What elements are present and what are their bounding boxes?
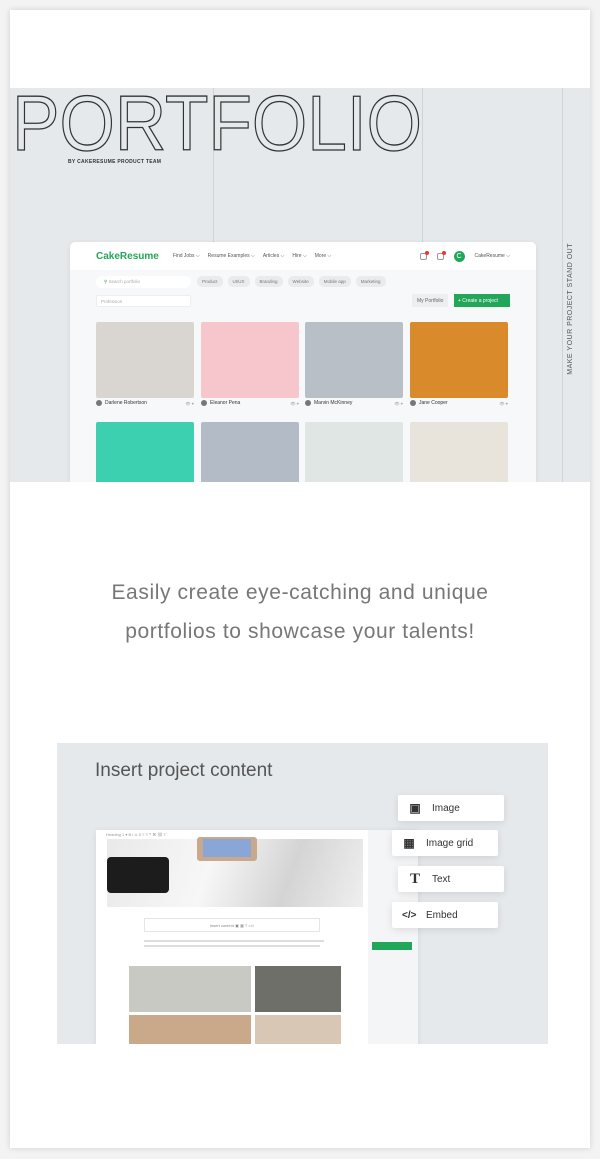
option-label: Text	[432, 873, 451, 885]
image-icon: ▣	[409, 801, 421, 815]
create-project-button[interactable]: + Create a project	[454, 294, 510, 307]
category-chips: Product UI/UX Branding Website Mobile ap…	[197, 276, 386, 287]
search-input[interactable]: ⚲ Search portfolio	[96, 276, 191, 288]
message-icon[interactable]	[436, 250, 446, 260]
nav-more[interactable]: More ⌵	[315, 253, 332, 259]
author-avatar	[96, 400, 102, 406]
portfolio-screenshot: CakeResume Find Jobs ⌵ Resume Examples ⌵…	[70, 242, 536, 482]
option-label: Image grid	[426, 837, 474, 849]
stats-icon: 👁 ♥	[185, 400, 194, 406]
user-menu[interactable]: CakeResume ⌵	[475, 253, 510, 259]
text-line	[144, 940, 324, 942]
option-text[interactable]: T Text	[398, 866, 504, 892]
hero-banner: PORTFOLIO BY CAKERESUME PRODUCT TEAM MAK…	[10, 88, 590, 482]
section-title: Insert project content	[95, 760, 273, 781]
portfolio-card-image[interactable]	[410, 322, 508, 398]
nav-hire[interactable]: Hire ⌵	[292, 253, 306, 259]
embed-icon: </>	[402, 909, 417, 921]
text-icon: T	[409, 870, 420, 887]
photo	[129, 966, 251, 1012]
portfolio-card-meta: Darlene Robertson 👁 ♥	[96, 400, 194, 406]
tagline-line-1: Easily create eye-catching and unique	[111, 581, 489, 604]
portfolio-card-meta: Jane Cooper 👁 ♥	[410, 400, 508, 406]
nav-resume-examples[interactable]: Resume Examples ⌵	[208, 253, 255, 259]
chip-branding[interactable]: Branding	[254, 276, 283, 287]
insert-content-section: Insert project content Heading 1 ▾ B I U…	[57, 743, 548, 1044]
logo[interactable]: CakeResume	[96, 251, 159, 262]
search-placeholder: Search portfolio	[108, 279, 141, 284]
author-avatar	[410, 400, 416, 406]
insert-bar[interactable]: Insert content ▣ ▦ T </>	[144, 918, 320, 932]
stats-icon: 👁 ♥	[394, 400, 403, 406]
divider	[562, 88, 563, 482]
portfolio-card-image[interactable]	[410, 422, 508, 482]
author-name[interactable]: Jane Cooper	[419, 400, 448, 406]
tagline: Easily create eye-catching and unique po…	[0, 573, 600, 651]
editor-sidebar	[368, 830, 418, 1044]
author-name[interactable]: Darlene Robertson	[105, 400, 147, 406]
side-tagline: MAKE YOUR PROJECT STAND OUT	[567, 243, 574, 375]
avatar[interactable]: C	[453, 250, 465, 262]
chip-mobile-app[interactable]: Mobile app	[318, 276, 351, 287]
byline: BY CAKERESUME PRODUCT TEAM	[68, 159, 162, 165]
author-name[interactable]: Marvin McKinney	[314, 400, 352, 406]
cover-photo	[107, 837, 363, 907]
nav-find-jobs[interactable]: Find Jobs ⌵	[173, 253, 200, 259]
nav-articles[interactable]: Articles ⌵	[263, 253, 285, 259]
author-avatar	[201, 400, 207, 406]
portfolio-card-image[interactable]	[201, 422, 299, 482]
portfolio-card-image[interactable]	[96, 422, 194, 482]
photo	[255, 1015, 341, 1044]
my-portfolio-button[interactable]: My Portfolio	[412, 294, 449, 307]
top-nav: CakeResume Find Jobs ⌵ Resume Examples ⌵…	[70, 242, 536, 270]
editor-mock: Heading 1 ▾ B I U S ≡ ≡ ❝ ⌘ ⛓ T Insert c…	[96, 830, 418, 1044]
portfolio-card-image[interactable]	[305, 422, 403, 482]
image-grid-icon: ▦	[403, 836, 415, 850]
option-image-grid[interactable]: ▦ Image grid	[392, 830, 498, 856]
stats-icon: 👁 ♥	[499, 400, 508, 406]
hero-title: PORTFOLIO	[11, 88, 422, 158]
profession-select[interactable]: Profession	[96, 295, 191, 307]
author-name[interactable]: Eleanor Pena	[210, 400, 240, 406]
portfolio-card-meta: Marvin McKinney 👁 ♥	[305, 400, 403, 406]
chip-website[interactable]: Website	[287, 276, 314, 287]
portfolio-card-meta: Eleanor Pena 👁 ♥	[201, 400, 299, 406]
save-button[interactable]	[372, 942, 412, 950]
notification-icon[interactable]	[419, 250, 429, 260]
option-image[interactable]: ▣ Image	[398, 795, 504, 821]
chip-uiux[interactable]: UI/UX	[227, 276, 250, 287]
tagline-line-2: portfolios to showcase your talents!	[125, 620, 475, 643]
portfolio-card-image[interactable]	[305, 322, 403, 398]
stats-icon: 👁 ♥	[290, 400, 299, 406]
text-line	[144, 945, 320, 947]
portfolio-card-image[interactable]	[201, 322, 299, 398]
photo	[255, 966, 341, 1012]
chip-product[interactable]: Product	[197, 276, 223, 287]
hero-title-text: PORTFOLIO	[12, 88, 422, 158]
chip-marketing[interactable]: Marketing	[355, 276, 386, 287]
portfolio-card-image[interactable]	[96, 322, 194, 398]
option-embed[interactable]: </> Embed	[392, 902, 498, 928]
author-avatar	[305, 400, 311, 406]
photo	[129, 1015, 251, 1044]
option-label: Image	[432, 802, 460, 814]
option-label: Embed	[426, 909, 458, 921]
